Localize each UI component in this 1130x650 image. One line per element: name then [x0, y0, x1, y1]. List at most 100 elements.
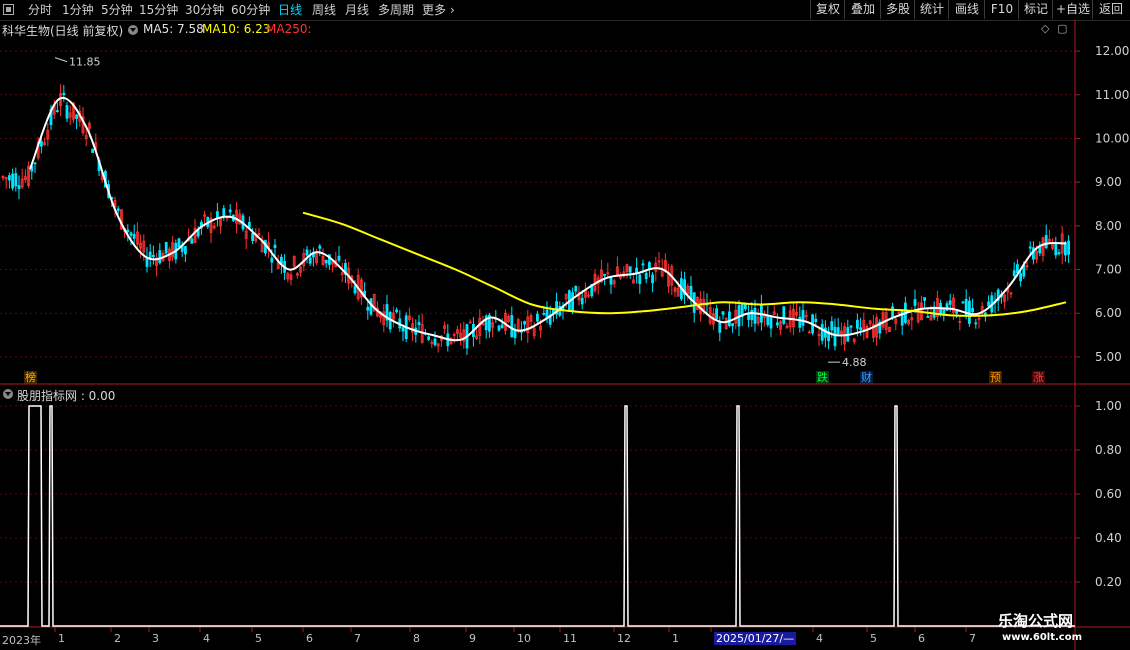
candle-body: [651, 274, 654, 284]
candle-body: [833, 326, 837, 347]
candle-body: [801, 310, 805, 326]
candle-body: [942, 308, 946, 315]
candle-body: [728, 311, 731, 327]
candle-body: [158, 250, 162, 264]
candle-body: [56, 110, 59, 113]
candle-body: [273, 244, 277, 248]
candle-body: [17, 185, 21, 189]
sub-y-tick-label: 0.80: [1095, 443, 1122, 457]
x-axis-label: 10: [517, 632, 531, 645]
candle-body: [7, 175, 11, 181]
candle-body: [849, 325, 853, 328]
candle-body: [769, 316, 773, 329]
candle-body: [500, 324, 504, 329]
candle-body: [427, 336, 431, 340]
candle-body: [766, 315, 770, 326]
y-tick-label: 10.00: [1095, 131, 1129, 145]
x-axis-label: 4: [203, 632, 210, 645]
candle-body: [856, 319, 859, 329]
candle-body: [145, 257, 149, 267]
y-tick-label: 11.00: [1095, 88, 1129, 102]
candle-body: [1016, 264, 1019, 274]
candle-body: [1044, 234, 1048, 249]
candle-body: [305, 249, 309, 256]
candle-body: [308, 257, 312, 264]
x-axis-label: 5: [255, 632, 262, 645]
candle-body: [776, 322, 779, 326]
candle-body: [974, 322, 978, 325]
candle-body: [750, 309, 754, 321]
candle-body: [40, 140, 43, 147]
candle-body: [536, 313, 539, 322]
kline-chart[interactable]: 12.00 11.00 10.00 9.00 8.00 7.00 6.00 5.00 1.00 0…: [0, 0, 1130, 650]
candle-body: [1057, 252, 1061, 255]
x-axis-label: 3: [152, 632, 159, 645]
candle-body: [574, 286, 578, 292]
candle-body: [228, 209, 232, 213]
candle-body: [33, 162, 37, 165]
candle-body: [715, 308, 718, 320]
candle-body: [968, 300, 971, 324]
candle-body: [177, 238, 181, 248]
candle-body: [148, 251, 152, 259]
candle-body: [814, 318, 818, 322]
candle-body: [523, 321, 526, 325]
x-axis-label: 2023年: [2, 634, 41, 647]
ma5-line: [29, 96, 1067, 342]
sub-y-tick-label: 0.20: [1095, 575, 1122, 589]
candle-body: [116, 208, 120, 212]
candles: [1, 84, 1070, 355]
candle-body: [251, 232, 255, 242]
candle-body: [913, 299, 917, 306]
candle-body: [1012, 270, 1016, 277]
candle-body: [1067, 240, 1070, 255]
candle-body: [836, 327, 840, 335]
y-tick-label: 12.00: [1095, 44, 1129, 58]
candle-body: [744, 304, 747, 310]
candle-body: [891, 306, 894, 319]
candle-body: [721, 311, 725, 315]
candle-body: [353, 285, 357, 294]
candle-body: [859, 327, 862, 331]
x-axis-label: 9: [469, 632, 476, 645]
candle-body: [628, 266, 632, 273]
candle-body: [824, 327, 827, 338]
x-axis-label: 7: [969, 632, 976, 645]
candle-body: [270, 257, 274, 263]
x-axis-label: 11: [563, 632, 577, 645]
candle-body: [497, 325, 501, 331]
candle-body: [75, 114, 78, 119]
candle-body: [820, 324, 824, 341]
x-axis-label: 7: [354, 632, 361, 645]
candle-body: [14, 173, 18, 187]
sub-y-tick-label: 0.40: [1095, 531, 1122, 545]
candle-body: [830, 321, 834, 331]
candle-body: [580, 297, 584, 305]
y-tick-label: 7.00: [1095, 263, 1122, 277]
candle-body: [638, 274, 642, 285]
y-tick-label: 5.00: [1095, 350, 1122, 364]
x-axis-label: 5: [870, 632, 877, 645]
candle-body: [337, 255, 341, 261]
x-axis-label: 4: [816, 632, 823, 645]
candle-body: [948, 300, 952, 305]
indicator-signal-line: [0, 405, 1075, 627]
x-axis-label: 6: [306, 632, 313, 645]
candle-body: [11, 173, 15, 189]
sub-y-tick-label: 0.60: [1095, 487, 1122, 501]
y-tick-label: 9.00: [1095, 175, 1122, 189]
candle-body: [510, 315, 514, 338]
y-tick-label: 8.00: [1095, 219, 1122, 233]
candle-body: [1064, 242, 1067, 256]
candle-body: [401, 327, 405, 332]
candle-body: [782, 306, 786, 324]
candle-body: [923, 297, 926, 301]
candle-body: [961, 301, 965, 304]
candle-body: [753, 307, 757, 324]
candle-body: [955, 310, 958, 314]
x-axis-label: 6: [918, 632, 925, 645]
x-axis-label: 12: [617, 632, 631, 645]
candle-body: [798, 316, 802, 328]
candle-body: [542, 313, 546, 315]
candle-body: [1028, 246, 1032, 249]
